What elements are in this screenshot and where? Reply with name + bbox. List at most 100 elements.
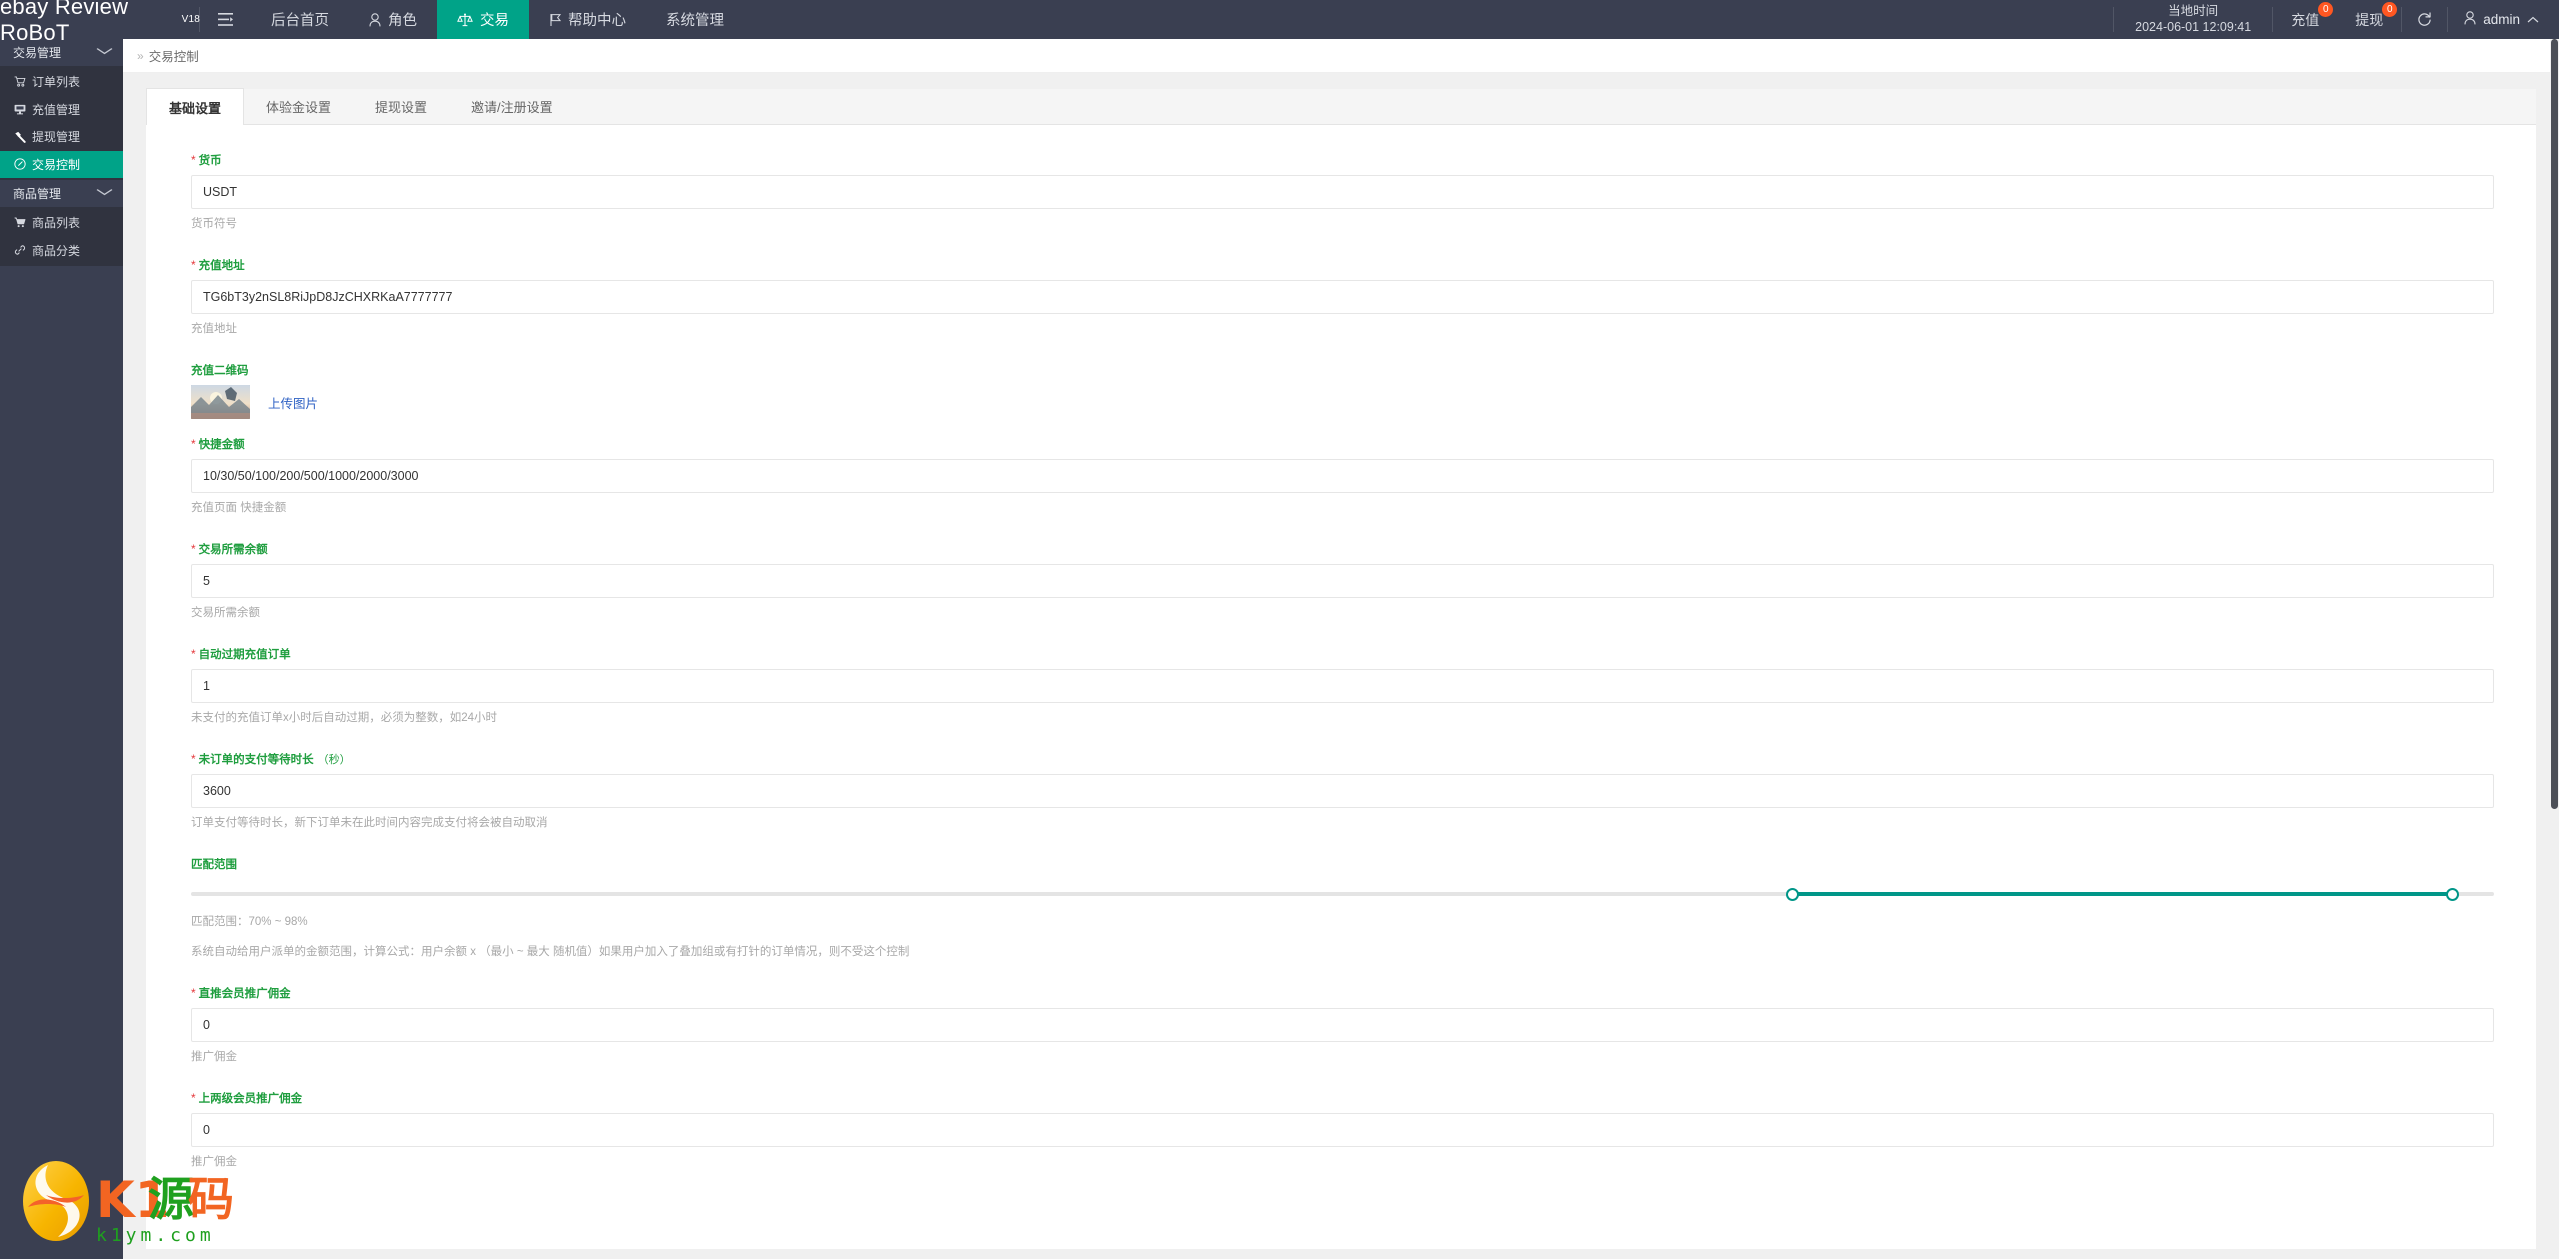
user-menu[interactable]: admin [2448, 0, 2559, 39]
field-match-range-label: 匹配范围 [191, 857, 2494, 873]
direct-commission-input[interactable] [191, 1008, 2494, 1042]
sidebar-group-product-label: 商品管理 [13, 185, 61, 202]
field-direct-commission-label: * 直推会员推广佣金 [191, 986, 2494, 1002]
field-pay-wait-help: 订单支付等待时长，新下订单未在此时间内容完成支付将会被自动取消 [191, 815, 2494, 831]
sidebar-group-transaction-label: 交易管理 [13, 44, 61, 61]
spacer [146, 421, 2536, 437]
sidebar-item-recharge-manage[interactable]: 充值管理 [0, 96, 123, 124]
required-asterisk: * [191, 987, 196, 999]
balance-scale-icon [457, 13, 473, 27]
nav-item-transaction[interactable]: 交易 [437, 0, 529, 39]
field-two-level-commission-label-text: 上两级会员推广佣金 [199, 1091, 303, 1107]
auto-expire-input[interactable] [191, 669, 2494, 703]
sidebar-item-withdraw-manage-label: 提现管理 [32, 128, 80, 145]
tab-invite-register-settings-label: 邀请/注册设置 [471, 97, 553, 116]
sidebar-item-product-list[interactable]: 商品列表 [0, 209, 123, 237]
field-quick-amount: * 快捷金额 充值页面 快捷金额 [146, 437, 2536, 516]
required-asterisk: * [191, 438, 196, 450]
top-bar: ebay Review RoBoTV18 后台首页 角色 [0, 0, 2559, 39]
chevron-down-icon [96, 188, 114, 199]
upload-image-link[interactable]: 上传图片 [268, 393, 318, 412]
sidebar-item-product-category[interactable]: 商品分类 [0, 237, 123, 265]
top-bar-right: 当地时间 2024-06-01 12:09:41 充值 0 提现 0 [2113, 0, 2559, 39]
chevron-up-icon [2527, 12, 2539, 27]
nav-item-roles-label: 角色 [388, 9, 417, 30]
link-icon [14, 244, 26, 256]
sidebar-group-product[interactable]: 商品管理 [0, 180, 123, 207]
spacer [146, 833, 2536, 857]
gauge-icon [14, 158, 26, 170]
field-auto-expire-label-text: 自动过期充值订单 [199, 647, 291, 663]
spacer [146, 728, 2536, 752]
field-auto-expire-help: 未支付的充值订单x小时后自动过期，必须为整数，如24小时 [191, 710, 2494, 726]
sidebar-item-order-list[interactable]: 订单列表 [0, 68, 123, 96]
withdraw-badge: 0 [2382, 2, 2397, 17]
field-recharge-address: * 充值地址 充值地址 [146, 258, 2536, 337]
field-currency-label: * 货币 [191, 153, 2494, 169]
match-range-slider[interactable] [191, 883, 2494, 905]
recharge-qr-row: 上传图片 [191, 385, 2494, 419]
sidebar-item-recharge-manage-label: 充值管理 [32, 101, 80, 118]
recharge-button[interactable]: 充值 0 [2273, 0, 2337, 39]
nav-item-system[interactable]: 系统管理 [646, 0, 744, 39]
nav-item-roles[interactable]: 角色 [349, 0, 437, 39]
page-scrollbar-thumb[interactable] [2551, 39, 2558, 809]
nav-item-transaction-label: 交易 [480, 9, 509, 30]
refresh-icon [2417, 12, 2432, 27]
sidebar-toggle-button[interactable] [200, 0, 251, 39]
required-asterisk: * [191, 154, 196, 166]
recharge-label: 充值 [2291, 10, 2319, 30]
field-currency: * 货币 货币符号 [146, 153, 2536, 232]
tab-withdraw-settings[interactable]: 提现设置 [353, 88, 449, 124]
app-brand[interactable]: ebay Review RoBoTV18 [0, 0, 200, 39]
spacer [146, 518, 2536, 542]
field-required-balance-label-text: 交易所需余额 [199, 542, 268, 558]
field-quick-amount-label: * 快捷金额 [191, 437, 2494, 453]
content-wrapper: 基础设置 体验金设置 提现设置 邀请/注册设置 * 货币 [123, 73, 2559, 1249]
sidebar-item-transaction-control[interactable]: 交易控制 [0, 151, 123, 179]
tab-invite-register-settings[interactable]: 邀请/注册设置 [449, 88, 575, 124]
app-brand-text: ebay Review RoBoT [0, 0, 179, 46]
sidebar-sub-product: 商品列表 商品分类 [0, 207, 123, 266]
nav-item-home[interactable]: 后台首页 [251, 0, 349, 39]
sidebar-item-order-list-label: 订单列表 [32, 73, 80, 90]
required-asterisk: * [191, 1092, 196, 1104]
quick-amount-input[interactable] [191, 459, 2494, 493]
sidebar-item-withdraw-manage[interactable]: 提现管理 [0, 123, 123, 151]
nav-item-system-label: 系统管理 [666, 9, 724, 30]
recharge-qr-thumbnail[interactable] [191, 385, 250, 419]
field-recharge-qr-label-text: 充值二维码 [191, 363, 249, 379]
required-asterisk: * [191, 648, 196, 660]
field-auto-expire: * 自动过期充值订单 未支付的充值订单x小时后自动过期，必须为整数，如24小时 [146, 647, 2536, 726]
nav-item-help-center[interactable]: 帮助中心 [529, 0, 646, 39]
slider-handle-max[interactable] [2446, 888, 2459, 901]
refresh-button[interactable] [2401, 0, 2448, 39]
field-pay-wait-label-text: 未订单的支付等待时长 [199, 752, 314, 768]
spacer [146, 1067, 2536, 1091]
avatar-user-icon [2464, 11, 2476, 28]
field-recharge-qr: 充值二维码 [146, 363, 2536, 419]
field-recharge-qr-label: 充值二维码 [191, 363, 2494, 379]
slider-handle-min[interactable] [1786, 888, 1799, 901]
field-currency-help: 货币符号 [191, 216, 2494, 232]
tab-basic-settings-label: 基础设置 [169, 98, 221, 117]
required-balance-input[interactable] [191, 564, 2494, 598]
tab-bonus-settings[interactable]: 体验金设置 [244, 88, 353, 124]
user-icon [369, 13, 381, 27]
pay-wait-input[interactable] [191, 774, 2494, 808]
slider-fill [1792, 892, 2453, 896]
field-currency-label-text: 货币 [199, 153, 222, 169]
required-asterisk: * [191, 753, 196, 765]
withdraw-button[interactable]: 提现 0 [2337, 0, 2401, 39]
spacer [146, 234, 2536, 258]
currency-input[interactable] [191, 175, 2494, 209]
field-match-range-help: 系统自动给用户派单的金额范围，计算公式：用户余额 x （最小 ~ 最大 随机值）… [191, 944, 2494, 960]
spacer [146, 623, 2536, 647]
sidebar-item-transaction-control-label: 交易控制 [32, 156, 80, 173]
page-scrollbar[interactable] [2550, 39, 2559, 1259]
two-level-commission-input[interactable] [191, 1113, 2494, 1147]
recharge-address-input[interactable] [191, 280, 2494, 314]
tab-bonus-settings-label: 体验金设置 [266, 97, 331, 116]
hammer-icon [14, 131, 26, 143]
tab-basic-settings[interactable]: 基础设置 [146, 88, 244, 125]
